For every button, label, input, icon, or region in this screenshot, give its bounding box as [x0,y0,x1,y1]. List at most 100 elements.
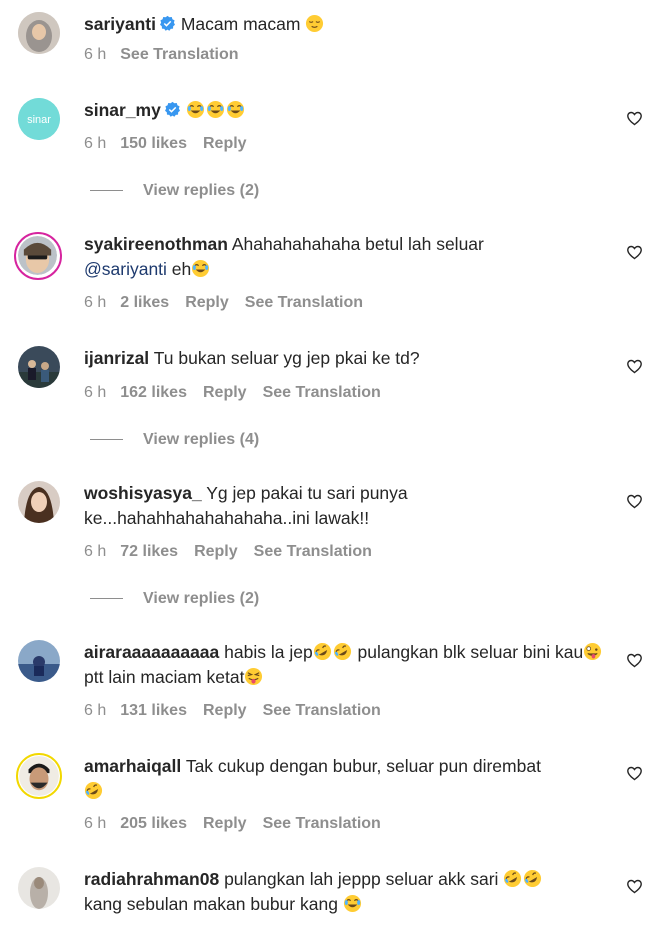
likes-count[interactable]: 150 likes [120,135,187,152]
username[interactable]: sariyanti [84,14,156,34]
comment-meta: 6 h 2 likes Reply See Translation [84,294,379,312]
reply-button[interactable]: Reply [203,135,247,152]
comment-meta: 6 h 131 likes Reply See Translation [84,702,397,720]
username[interactable]: amarhaiqall [84,756,181,776]
rofl-emoji-icon [313,642,332,661]
rofl-emoji-icon [523,869,542,888]
likes-count[interactable]: 131 likes [120,702,187,719]
reply-button[interactable]: Reply [203,815,247,832]
timestamp[interactable]: 6 h [84,294,106,311]
rofl-emoji-icon [333,642,352,661]
reply-button[interactable]: Reply [194,543,238,560]
comment-meta: 6 h 72 likes Reply See Translation [84,543,388,561]
likes-count[interactable]: 162 likes [120,384,187,401]
view-replies-label: View replies (4) [143,431,260,448]
comment-text: pulangkan lah jeppp seluar akk sari [219,869,504,889]
comment-body: amarhaiqall Tak cukup dengan bubur, selu… [84,754,604,804]
avatar[interactable] [18,640,60,682]
see-translation-button[interactable]: See Translation [245,294,363,311]
avatar[interactable] [16,753,62,799]
username[interactable]: ijanrizal [84,348,149,368]
timestamp[interactable]: 6 h [84,702,106,719]
username[interactable]: syakireenothman [84,234,228,254]
view-replies-button[interactable]: View replies (2) [90,590,259,608]
like-heart-icon[interactable] [626,244,643,261]
like-heart-icon[interactable] [626,652,643,669]
joy-emoji-icon [226,100,245,119]
like-heart-icon[interactable] [626,358,643,375]
username[interactable]: radiahrahman08 [84,869,219,889]
comment-meta: 6 h See Translation [84,46,255,64]
comment-text: pulangkan blk seluar bini kau [352,642,584,662]
timestamp[interactable]: 6 h [84,46,106,63]
comment-text: kang sebulan makan bubur kang [84,894,343,914]
divider-line [90,190,123,192]
timestamp[interactable]: 6 h [84,815,106,832]
avatar[interactable] [18,346,60,388]
comment-text: habis la jep [219,642,313,662]
username[interactable]: airaraaaaaaaaaa [84,642,219,662]
likes-count[interactable]: 2 likes [120,294,169,311]
comment-text: Ahahahahahaha betul lah seluar [227,234,484,254]
view-replies-button[interactable]: View replies (4) [90,431,259,449]
likes-count[interactable]: 205 likes [120,815,187,832]
rofl-emoji-icon [84,781,103,800]
see-translation-button[interactable]: See Translation [254,543,372,560]
comment-body: sinar_my [84,98,604,123]
see-translation-button[interactable]: See Translation [263,702,381,719]
comment-text: Tak cukup dengan bubur, seluar pun direm… [181,756,537,776]
timestamp[interactable]: 6 h [84,135,106,152]
comment-text-end: t [536,756,541,776]
username[interactable]: woshisyasya_ [84,483,202,503]
avatar[interactable] [14,232,62,280]
sinar-logo: sinar [27,114,51,126]
likes-count[interactable]: 72 likes [120,543,178,560]
view-replies-label: View replies (2) [143,182,260,199]
comment-text: eh [166,259,192,279]
comment-body: airaraaaaaaaaaa habis la jep pulangkan b… [84,640,604,690]
joy-emoji-icon [206,100,225,119]
joy-emoji-icon [191,259,210,278]
like-heart-icon[interactable] [626,493,643,510]
zany-face-emoji-icon [583,642,602,661]
comment-meta: 6 h 205 likes Reply See Translation [84,815,397,833]
comment-body: radiahrahman08 pulangkan lah jeppp selua… [84,867,604,917]
divider-line [90,598,123,600]
timestamp[interactable]: 6 h [84,384,106,401]
like-heart-icon[interactable] [626,110,643,127]
comment-body: sariyanti Macam macam [84,12,604,37]
view-replies-button[interactable]: View replies (2) [90,182,259,200]
comment-body: syakireenothman Ahahahahahaha betul lah … [84,232,604,282]
verified-icon [164,101,181,118]
comment-meta: 6 h 150 likes Reply [84,135,263,153]
comment-text: Tu bukan seluar yg jep pkai ke td? [149,348,420,368]
see-translation-button[interactable]: See Translation [120,46,238,63]
tongue-face-emoji-icon [244,667,263,686]
like-heart-icon[interactable] [626,878,643,895]
reply-button[interactable]: Reply [203,702,247,719]
comment-text: ptt lain maciam ketat [84,667,245,687]
avatar[interactable] [18,867,60,909]
timestamp[interactable]: 6 h [84,543,106,560]
see-translation-button[interactable]: See Translation [263,384,381,401]
comment-body: ijanrizal Tu bukan seluar yg jep pkai ke… [84,346,604,371]
see-translation-button[interactable]: See Translation [263,815,381,832]
verified-icon [159,15,176,32]
avatar[interactable] [18,481,60,523]
reply-button[interactable]: Reply [185,294,229,311]
reply-button[interactable]: Reply [203,384,247,401]
relieved-face-emoji-icon [305,14,324,33]
mention-link[interactable]: @sariyanti [84,259,167,279]
username[interactable]: sinar_my [84,100,161,120]
avatar[interactable]: sinar [18,98,60,140]
joy-emoji-icon [343,894,362,913]
rofl-emoji-icon [503,869,522,888]
comment-meta: 6 h 162 likes Reply See Translation [84,384,397,402]
avatar[interactable] [18,12,60,54]
divider-line [90,439,123,441]
comment-body: woshisyasya_ Yg jep pakai tu sari punya … [84,481,444,531]
joy-emoji-icon [186,100,205,119]
comment-text: Macam macam [175,14,306,34]
view-replies-label: View replies (2) [143,590,260,607]
like-heart-icon[interactable] [626,765,643,782]
